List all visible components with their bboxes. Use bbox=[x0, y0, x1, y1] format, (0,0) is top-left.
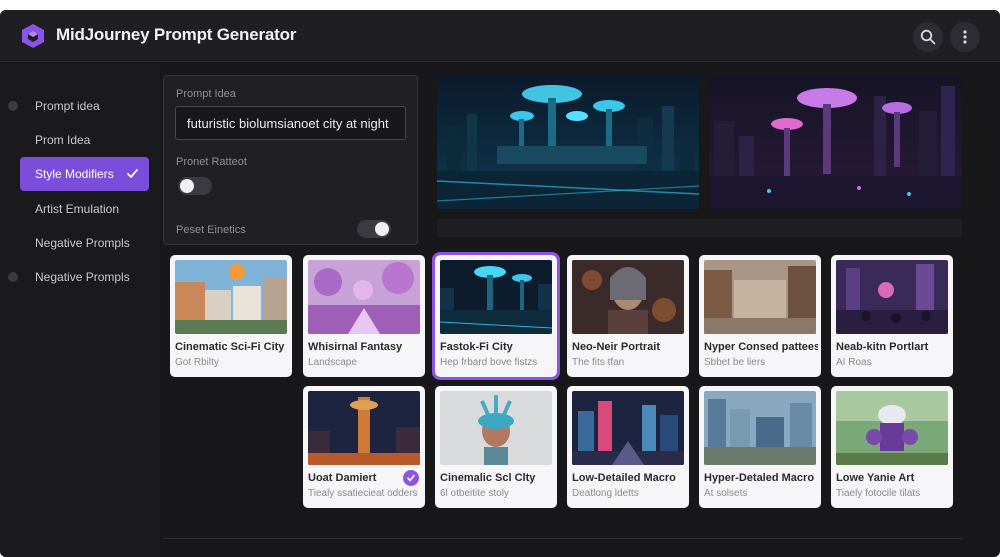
prompt-panel: Prompt Idea Pronet Ratteot Peset Einetic… bbox=[163, 75, 418, 245]
style-card-neab-kitn-portlart[interactable]: Neab-kitn Portlart AI Roas bbox=[831, 255, 953, 377]
card-title: Hyper-Detaled Macro bbox=[704, 472, 815, 484]
search-icon bbox=[920, 29, 936, 45]
card-subtitle: The fits tfan bbox=[572, 357, 625, 368]
app-window: MidJourney Prompt Generator Prompt idea … bbox=[0, 10, 1000, 557]
tower-night-illustration bbox=[308, 391, 420, 465]
prompt-idea-input[interactable] bbox=[175, 106, 406, 140]
style-card-whimsical-fantasy[interactable]: Whisirnal Fantasy Landscape bbox=[303, 255, 425, 377]
card-subtitle: Got Rbilty bbox=[175, 357, 219, 368]
sidebar-item-label: Prom Idea bbox=[35, 133, 91, 147]
style-card-hyper-detailed-macro[interactable]: Hyper-Detaled Macro At solsets bbox=[699, 386, 821, 508]
more-vertical-icon bbox=[963, 30, 967, 44]
card-thumbnail bbox=[836, 260, 948, 334]
toggle-knob bbox=[180, 179, 194, 193]
card-subtitle: AI Roas bbox=[836, 357, 872, 368]
divider bbox=[163, 538, 963, 539]
city-preview-illustration bbox=[437, 76, 699, 209]
card-thumbnail bbox=[308, 391, 420, 465]
card-title: Fastok-Fi City bbox=[440, 341, 513, 353]
prompt-idea-label: Prompt Idea bbox=[176, 88, 236, 100]
style-card-neo-noir-portrait[interactable]: Neo-Neir Portrait The fits tfan bbox=[567, 255, 689, 377]
toggle-knob bbox=[375, 222, 389, 236]
card-thumbnail bbox=[836, 391, 948, 465]
card-title: Neab-kitn Portlart bbox=[836, 341, 929, 353]
card-title: Lowe Yanie Art bbox=[836, 472, 915, 484]
sidebar-item-label: Prompt idea bbox=[35, 99, 100, 113]
card-thumbnail bbox=[572, 391, 684, 465]
card-title: Cinemalic Scl Clty bbox=[440, 472, 536, 484]
card-thumbnail bbox=[704, 260, 816, 334]
app-title: MidJourney Prompt Generator bbox=[56, 25, 297, 44]
card-subtitle: Hep frbard bove fistzs bbox=[440, 357, 538, 368]
feathered-head-illustration bbox=[440, 391, 552, 465]
sidebar-item-prompt-idea[interactable]: Prompt idea bbox=[20, 89, 149, 123]
preset-toggle[interactable] bbox=[357, 220, 391, 238]
sidebar-item-style-modifiers[interactable]: Style Modifiers bbox=[20, 157, 149, 191]
card-subtitle: Landscape bbox=[308, 357, 357, 368]
check-icon bbox=[127, 169, 138, 178]
card-title: Low-Detailed Macro bbox=[572, 472, 676, 484]
card-thumbnail bbox=[704, 391, 816, 465]
prompt-ratio-label: Pronet Ratteot bbox=[176, 156, 247, 168]
preset-label: Peset Einetics bbox=[176, 224, 246, 236]
sidebar-item-label: Negative Prompls bbox=[35, 270, 130, 284]
preview-image-2[interactable] bbox=[709, 76, 962, 209]
style-card-uoat-damiert[interactable]: Uoat Damiert Tiealy ssatiecieat odders bbox=[303, 386, 425, 508]
card-subtitle: 6l otbeitite stoly bbox=[440, 488, 509, 499]
style-card-cinematic-sci-fi-city[interactable]: Cinematic Sci-Fi City Got Rbilty bbox=[170, 255, 292, 377]
sidebar-item-label: Negative Prompls bbox=[35, 236, 130, 250]
street-day-illustration bbox=[175, 260, 287, 334]
card-title: Whisirnal Fantasy bbox=[308, 341, 403, 353]
style-card-fastok-fi-city[interactable]: Fastok-Fi City Hep frbard bove fistzs bbox=[432, 252, 560, 380]
card-title: Cinematic Sci-Fi City bbox=[175, 341, 285, 353]
card-subtitle: At solsets bbox=[704, 488, 748, 499]
top-bar: MidJourney Prompt Generator bbox=[0, 10, 1000, 62]
sidebar-dot-icon bbox=[8, 101, 18, 111]
sidebar-item-label: Style Modifiers bbox=[35, 167, 114, 181]
card-thumbnail bbox=[440, 260, 552, 334]
sidebar: Prompt idea Prom Idea Style Modifiers Ar… bbox=[0, 62, 160, 557]
preview-image-1[interactable] bbox=[437, 76, 699, 209]
card-thumbnail bbox=[440, 391, 552, 465]
card-subtitle: Tiealy ssatiecieat odders bbox=[308, 488, 418, 499]
fantasy-landscape-illustration bbox=[308, 260, 420, 334]
robot-illustration bbox=[836, 391, 948, 465]
more-menu-button[interactable] bbox=[950, 22, 980, 52]
preview-strip bbox=[437, 219, 962, 237]
card-thumbnail bbox=[308, 260, 420, 334]
card-subtitle: Deatlong ldetts bbox=[572, 488, 639, 499]
style-card-nyper-consed-pattees[interactable]: Nyper Consed pattees Sbbet be liers bbox=[699, 255, 821, 377]
sidebar-item-negative-prompts[interactable]: Negative Prompls bbox=[20, 226, 149, 260]
prompt-ratio-toggle[interactable] bbox=[178, 177, 212, 195]
style-card-lowe-yanie-art[interactable]: Lowe Yanie Art Tiaely fotocile tilats bbox=[831, 386, 953, 508]
warm-street-illustration bbox=[704, 260, 816, 334]
card-thumbnail bbox=[175, 260, 287, 334]
low-poly-city-illustration bbox=[572, 391, 684, 465]
city-preview-illustration bbox=[709, 76, 962, 209]
card-title: Neo-Neir Portrait bbox=[572, 341, 661, 353]
sidebar-item-prom-idea[interactable]: Prom Idea bbox=[20, 123, 149, 157]
style-card-low-detailed-macro[interactable]: Low-Detailed Macro Deatlong ldetts bbox=[567, 386, 689, 508]
sidebar-dot-icon bbox=[8, 272, 18, 282]
selected-check-icon bbox=[403, 470, 419, 486]
sidebar-item-negative-prompts-2[interactable]: Negative Prompls bbox=[20, 260, 149, 294]
neon-city-illustration bbox=[440, 260, 552, 334]
search-button[interactable] bbox=[913, 22, 943, 52]
cube-logo-icon bbox=[22, 24, 44, 48]
card-subtitle: Sbbet be liers bbox=[704, 357, 766, 368]
card-title: Nyper Consed pattees bbox=[704, 341, 818, 353]
card-subtitle: Tiaely fotocile tilats bbox=[836, 488, 921, 499]
style-card-cinemalic-scl-clty[interactable]: Cinemalic Scl Clty 6l otbeitite stoly bbox=[435, 386, 557, 508]
sidebar-item-label: Artist Emulation bbox=[35, 202, 120, 216]
hyper-city-illustration bbox=[704, 391, 816, 465]
sidebar-item-artist-emulation[interactable]: Artist Emulation bbox=[20, 192, 149, 226]
card-thumbnail bbox=[572, 260, 684, 334]
portrait-illustration bbox=[572, 260, 684, 334]
purple-crowd-illustration bbox=[836, 260, 948, 334]
